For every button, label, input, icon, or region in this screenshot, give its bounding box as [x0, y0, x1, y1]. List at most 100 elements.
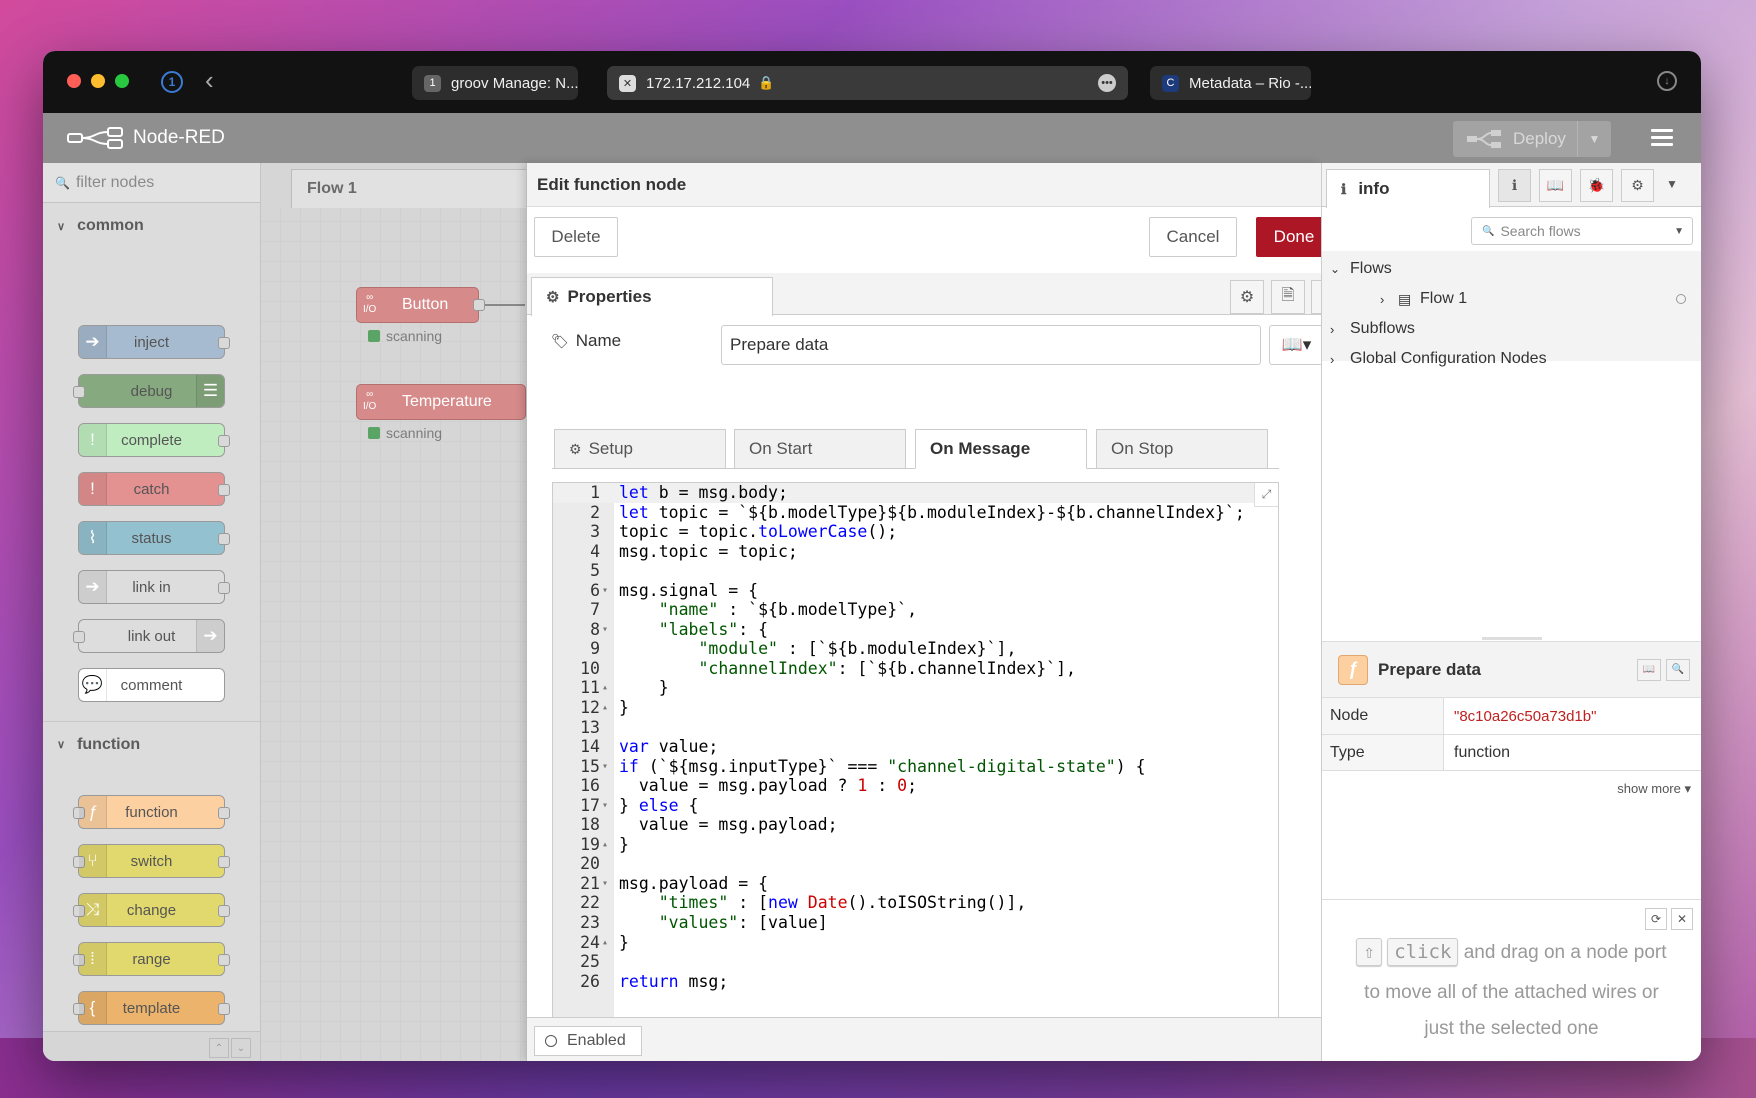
help-book-icon[interactable]: 📖 [1539, 169, 1572, 202]
deploy-dropdown-icon[interactable]: ▼ [1577, 121, 1611, 157]
code-line[interactable]: 17 ▾} else { [553, 796, 1278, 816]
tree-item-subflows[interactable]: › Subflows [1322, 315, 1701, 343]
code-line[interactable]: 25 [553, 952, 1278, 972]
password-manager-icon[interactable]: 1 [161, 71, 183, 93]
address-text[interactable]: 172.17.212.104 [646, 75, 750, 92]
tree-item-flows[interactable]: ⌄ Flows [1322, 255, 1701, 283]
output-port[interactable] [218, 856, 230, 868]
back-icon[interactable]: ‹ [205, 65, 214, 96]
description-icon[interactable]: 🗎 [1271, 280, 1305, 314]
collapse-all-icon[interactable]: ⌃ [209, 1038, 229, 1058]
node-settings-gear-icon[interactable]: ⚙ [1230, 280, 1264, 314]
more-options-icon[interactable]: ••• [1098, 74, 1116, 92]
input-port[interactable] [73, 631, 85, 643]
fold-close-icon[interactable]: ▴ [602, 678, 608, 698]
output-port[interactable] [218, 1003, 230, 1015]
browser-tab-groov[interactable]: 1 groov Manage: N... [412, 66, 578, 100]
close-icon[interactable]: ✕ [1671, 908, 1693, 930]
palette-node-debug[interactable]: debug ☰ [73, 374, 225, 408]
code-line[interactable]: 20 [553, 854, 1278, 874]
code-line[interactable]: 1 let b = msg.body; [553, 483, 1278, 503]
code-line[interactable]: 5 [553, 561, 1278, 581]
fold-close-icon[interactable]: ▴ [602, 933, 608, 953]
tab-info[interactable]: ℹ info [1326, 169, 1490, 208]
palette-node-complete[interactable]: ! complete [78, 423, 230, 457]
code-line[interactable]: 9 "module" : [`${b.moduleIndex}`], [553, 639, 1278, 659]
tab-flow-1[interactable]: Flow 1 [291, 169, 541, 208]
search-flows-input[interactable]: 🔍 Search flows ▼ [1471, 217, 1693, 245]
code-line[interactable]: 14 var value; [553, 737, 1278, 757]
expand-all-icon[interactable]: ⌄ [231, 1038, 251, 1058]
code-line[interactable]: 10 "channelIndex": [`${b.channelIndex}`]… [553, 659, 1278, 679]
code-line[interactable]: 2 let topic = `${b.modelType}${b.moduleIn… [553, 503, 1278, 523]
expand-editor-icon[interactable]: ⤢ [1254, 483, 1278, 507]
fold-close-icon[interactable]: ▴ [602, 698, 608, 718]
code-line[interactable]: 23 "values": [value] [553, 913, 1278, 933]
fold-open-icon[interactable]: ▾ [602, 620, 608, 640]
code-line[interactable]: 22 "times" : [new Date().toISOString()], [553, 893, 1278, 913]
palette-node-template[interactable]: {template [73, 991, 230, 1025]
minimize-window-button[interactable] [91, 74, 105, 88]
deploy-button[interactable]: Deploy ▼ [1453, 121, 1611, 157]
output-port[interactable] [473, 299, 485, 311]
show-more-link[interactable]: show more ▾ [1617, 781, 1691, 797]
code-line[interactable]: 15 ▾ if (`${msg.inputType}` === "channel-d… [553, 757, 1278, 777]
main-menu-icon[interactable] [1651, 129, 1673, 147]
code-line[interactable]: 8 ▾ "labels": { [553, 620, 1278, 640]
wire[interactable] [485, 304, 525, 306]
tree-item-global-config[interactable]: › Global Configuration Nodes [1322, 345, 1701, 373]
code-line[interactable]: 18 value = msg.payload; [553, 815, 1278, 835]
palette-node-function[interactable]: ƒ function [73, 795, 230, 829]
palette-node-range[interactable]: ⁞ range [73, 942, 230, 976]
code-line[interactable]: 11 ▴ } [553, 678, 1278, 698]
code-line[interactable]: 26 return msg; [553, 972, 1278, 992]
flow-node-temperature[interactable]: ∞ I/O Temperature [356, 384, 526, 420]
info-value[interactable]: "8c10a26c50a73d1b" [1444, 708, 1596, 725]
code-line[interactable]: 12 ▴} [553, 698, 1278, 718]
palette-node-link-out[interactable]: link out ➔ [73, 619, 225, 653]
debug-bug-icon[interactable]: 🐞 [1580, 169, 1613, 202]
fold-open-icon[interactable]: ▾ [602, 796, 608, 816]
fold-open-icon[interactable]: ▾ [602, 757, 608, 777]
palette-node-switch[interactable]: ⑂ switch [73, 844, 230, 878]
palette-category-common[interactable]: ∨ common [43, 203, 260, 249]
palette-filter-input[interactable]: 🔍 filter nodes [43, 163, 260, 203]
sidebar-resize-handle[interactable] [1482, 637, 1542, 640]
tab-on-start[interactable]: On Start [734, 429, 906, 469]
code-line[interactable]: 13 [553, 718, 1278, 738]
code-line[interactable]: 19 ▴} [553, 835, 1278, 855]
enabled-toggle[interactable]: Enabled [534, 1026, 642, 1056]
code-editor[interactable]: 1 let b = msg.body; 2 let topic = `${b.mode… [552, 482, 1279, 1026]
refresh-icon[interactable]: ⟳ [1645, 908, 1667, 930]
output-port[interactable] [218, 905, 230, 917]
output-port[interactable] [218, 807, 230, 819]
fold-close-icon[interactable]: ▴ [602, 835, 608, 855]
book-icon[interactable]: 📖 [1637, 658, 1661, 681]
tab-setup[interactable]: ⚙ Setup [554, 429, 726, 469]
tree-item-flow-1[interactable]: › ▤ Flow 1 [1322, 285, 1701, 313]
library-icon[interactable]: 📖▾ [1269, 325, 1324, 365]
output-port[interactable] [218, 337, 230, 349]
browser-tab-active[interactable]: ✕ 172.17.212.104 🔒 ••• [607, 66, 1128, 100]
cancel-button[interactable]: Cancel [1149, 217, 1237, 257]
tab-on-message[interactable]: On Message [915, 429, 1087, 469]
config-gear-icon[interactable]: ⚙ [1621, 169, 1654, 202]
input-port[interactable] [73, 386, 85, 398]
palette-node-inject[interactable]: ➔ inject [78, 325, 230, 359]
output-port[interactable] [218, 533, 230, 545]
flow-node-button[interactable]: ∞ I/O Button [356, 287, 485, 323]
search-icon[interactable]: 🔍 [1666, 658, 1690, 681]
code-line[interactable]: 21 ▾ msg.payload = { [553, 874, 1278, 894]
palette-node-comment[interactable]: 💬 comment [78, 668, 225, 702]
output-port[interactable] [218, 484, 230, 496]
palette-category-function[interactable]: ∨ function [43, 721, 260, 767]
sidebar-menu-chevron-icon[interactable]: ▼ [1666, 177, 1678, 191]
code-line[interactable]: 4 msg.topic = topic; [553, 542, 1278, 562]
code-line[interactable]: 6 ▾ msg.signal = { [553, 581, 1278, 601]
output-port[interactable] [218, 435, 230, 447]
close-window-button[interactable] [67, 74, 81, 88]
flow-workspace[interactable]: Flow 1 ∞ I/O Button scanning ∞ I/O Tempera… [261, 163, 541, 1061]
palette-node-status[interactable]: ⌇ status [78, 521, 230, 555]
zoom-window-button[interactable] [115, 74, 129, 88]
tab-properties[interactable]: ⚙ Properties [531, 277, 773, 316]
